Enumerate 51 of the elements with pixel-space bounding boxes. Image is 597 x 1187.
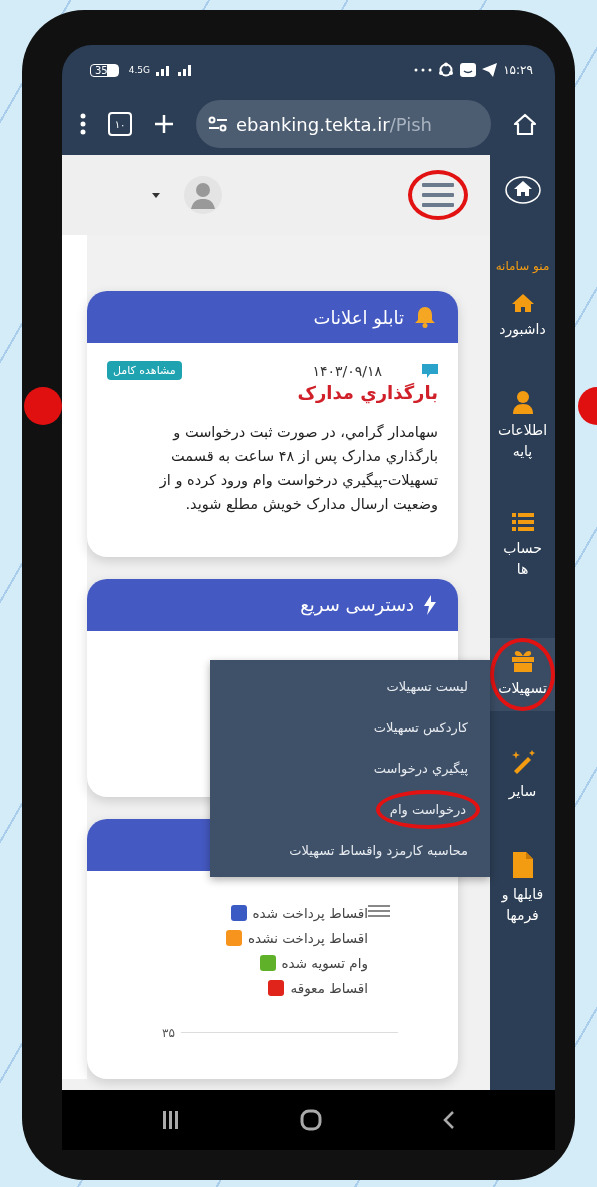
comment-icon	[422, 363, 438, 378]
notice-date: ۱۴۰۳/۰۹/۱۸	[312, 362, 382, 379]
plus-icon[interactable]	[154, 114, 174, 134]
url-field[interactable]: ebanking.tekta.ir/Pish	[196, 100, 491, 148]
home-icon[interactable]	[503, 175, 542, 205]
sidebar-item[interactable]: فایلها و فرمها	[490, 840, 555, 938]
lightning-icon	[424, 594, 436, 615]
legend-label: اقساط پرداخت نشده	[248, 929, 368, 946]
submenu-item[interactable]: لیست تسهیلات	[376, 667, 490, 706]
list-icon	[511, 512, 534, 532]
sidebar-item[interactable]: اطلاعات پایه	[490, 378, 555, 474]
menu-title: منو سامانه	[495, 259, 550, 273]
card-title: دسترسی سریع	[300, 594, 414, 616]
sidebar-item[interactable]: سایر	[490, 737, 555, 814]
sidebar-item[interactable]: حساب ها	[490, 500, 555, 592]
submenu-item[interactable]: پیگیري درخواست	[363, 749, 490, 788]
battery-indicator: 35	[90, 63, 119, 77]
submenu-item[interactable]: کاردکس تسهیلات	[363, 708, 490, 747]
network-type: 4.5G	[128, 65, 151, 75]
user-icon	[511, 390, 534, 414]
bell-icon	[414, 306, 436, 328]
legend-label: اقساط معوقه	[290, 979, 368, 996]
recent-apps-icon[interactable]	[162, 1111, 179, 1129]
card-title: تابلو اعلانات	[313, 306, 404, 328]
gift-icon	[510, 650, 535, 672]
home-button-icon[interactable]	[299, 1109, 322, 1131]
chart-menu-icon[interactable]	[368, 904, 390, 917]
notice-heading: بارگذاري مدارک	[296, 382, 438, 403]
submenu-item[interactable]: محاسبه کارمزد واقساط تسهیلات	[279, 831, 490, 870]
legend-label: اقساط پرداخت شده	[252, 904, 368, 921]
clock-time: ۱۵:۲۹	[503, 63, 533, 77]
tab-count-button[interactable]: ۱۰	[108, 112, 132, 136]
site-settings-icon	[208, 116, 228, 132]
back-icon[interactable]	[442, 1110, 455, 1130]
axis-tick-label: ۳۵	[162, 1025, 175, 1040]
submenu-item[interactable]: درخواست وام	[375, 790, 480, 829]
url-text: ebanking.tekta.ir/Pish	[236, 113, 432, 135]
menu-dots-icon[interactable]	[80, 113, 86, 135]
notice-text: سهامدار گرامي، در صورت ثبت درخواست و بارگذاري مدارک پس از ۴۸ ساعت به قسمت تسهيلات-پيگيري درخواست وام ورود کرده و از وضعيت ارسال مدارک خويش مطلع شويد.	[158, 423, 438, 515]
sidebar-item[interactable]: داشبورد	[490, 281, 555, 352]
file-icon	[512, 852, 533, 878]
home-icon	[510, 293, 535, 313]
message-icon	[460, 63, 477, 77]
sidebar-item[interactable]: تسهیلات	[490, 638, 555, 711]
more-dots-icon	[414, 68, 433, 72]
legend-label: وام تسویه شده	[281, 954, 368, 971]
menu-icon[interactable]	[422, 182, 454, 208]
dropdown-caret-icon[interactable]	[152, 192, 160, 198]
paper-plane-icon	[482, 63, 498, 77]
sync-icon	[438, 62, 455, 78]
home-icon[interactable]	[513, 113, 537, 135]
